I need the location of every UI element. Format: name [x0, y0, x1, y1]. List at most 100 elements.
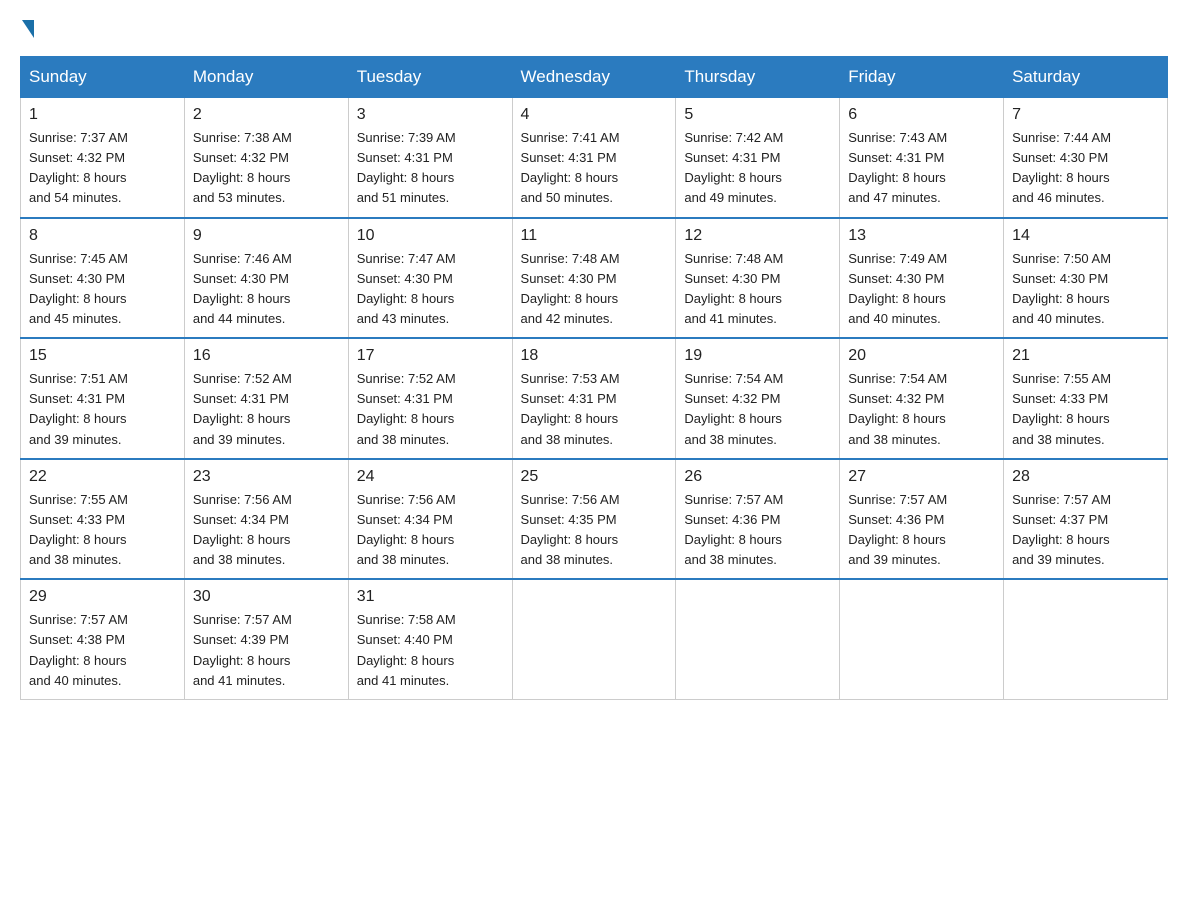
- page-header: [20, 20, 1168, 38]
- calendar-cell: 7 Sunrise: 7:44 AM Sunset: 4:30 PM Dayli…: [1004, 98, 1168, 218]
- calendar-cell: 10 Sunrise: 7:47 AM Sunset: 4:30 PM Dayl…: [348, 218, 512, 339]
- day-detail: Sunrise: 7:57 AM Sunset: 4:39 PM Dayligh…: [193, 610, 340, 691]
- day-detail: Sunrise: 7:47 AM Sunset: 4:30 PM Dayligh…: [357, 249, 504, 330]
- day-detail: Sunrise: 7:54 AM Sunset: 4:32 PM Dayligh…: [848, 369, 995, 450]
- calendar-cell: 24 Sunrise: 7:56 AM Sunset: 4:34 PM Dayl…: [348, 459, 512, 580]
- calendar-cell: [1004, 579, 1168, 699]
- calendar-week-row: 15 Sunrise: 7:51 AM Sunset: 4:31 PM Dayl…: [21, 338, 1168, 459]
- day-detail: Sunrise: 7:57 AM Sunset: 4:37 PM Dayligh…: [1012, 490, 1159, 571]
- calendar-cell: 6 Sunrise: 7:43 AM Sunset: 4:31 PM Dayli…: [840, 98, 1004, 218]
- day-detail: Sunrise: 7:58 AM Sunset: 4:40 PM Dayligh…: [357, 610, 504, 691]
- day-number: 25: [521, 468, 668, 486]
- day-number: 7: [1012, 106, 1159, 124]
- day-number: 22: [29, 468, 176, 486]
- day-number: 13: [848, 227, 995, 245]
- day-number: 30: [193, 588, 340, 606]
- day-detail: Sunrise: 7:39 AM Sunset: 4:31 PM Dayligh…: [357, 128, 504, 209]
- day-number: 4: [521, 106, 668, 124]
- day-of-week-header: Friday: [840, 57, 1004, 98]
- calendar-cell: 21 Sunrise: 7:55 AM Sunset: 4:33 PM Dayl…: [1004, 338, 1168, 459]
- day-detail: Sunrise: 7:42 AM Sunset: 4:31 PM Dayligh…: [684, 128, 831, 209]
- calendar-week-row: 29 Sunrise: 7:57 AM Sunset: 4:38 PM Dayl…: [21, 579, 1168, 699]
- day-number: 9: [193, 227, 340, 245]
- day-detail: Sunrise: 7:43 AM Sunset: 4:31 PM Dayligh…: [848, 128, 995, 209]
- calendar-week-row: 1 Sunrise: 7:37 AM Sunset: 4:32 PM Dayli…: [21, 98, 1168, 218]
- day-number: 11: [521, 227, 668, 245]
- day-number: 14: [1012, 227, 1159, 245]
- day-detail: Sunrise: 7:52 AM Sunset: 4:31 PM Dayligh…: [193, 369, 340, 450]
- day-number: 24: [357, 468, 504, 486]
- calendar-cell: [676, 579, 840, 699]
- calendar-table: SundayMondayTuesdayWednesdayThursdayFrid…: [20, 56, 1168, 700]
- calendar-week-row: 22 Sunrise: 7:55 AM Sunset: 4:33 PM Dayl…: [21, 459, 1168, 580]
- day-detail: Sunrise: 7:48 AM Sunset: 4:30 PM Dayligh…: [521, 249, 668, 330]
- day-detail: Sunrise: 7:44 AM Sunset: 4:30 PM Dayligh…: [1012, 128, 1159, 209]
- day-detail: Sunrise: 7:53 AM Sunset: 4:31 PM Dayligh…: [521, 369, 668, 450]
- calendar-cell: 12 Sunrise: 7:48 AM Sunset: 4:30 PM Dayl…: [676, 218, 840, 339]
- day-detail: Sunrise: 7:49 AM Sunset: 4:30 PM Dayligh…: [848, 249, 995, 330]
- day-detail: Sunrise: 7:57 AM Sunset: 4:36 PM Dayligh…: [848, 490, 995, 571]
- day-detail: Sunrise: 7:41 AM Sunset: 4:31 PM Dayligh…: [521, 128, 668, 209]
- calendar-cell: 28 Sunrise: 7:57 AM Sunset: 4:37 PM Dayl…: [1004, 459, 1168, 580]
- day-detail: Sunrise: 7:51 AM Sunset: 4:31 PM Dayligh…: [29, 369, 176, 450]
- calendar-cell: 27 Sunrise: 7:57 AM Sunset: 4:36 PM Dayl…: [840, 459, 1004, 580]
- logo-arrow-icon: [22, 20, 34, 38]
- day-detail: Sunrise: 7:50 AM Sunset: 4:30 PM Dayligh…: [1012, 249, 1159, 330]
- day-of-week-header: Monday: [184, 57, 348, 98]
- day-number: 27: [848, 468, 995, 486]
- day-number: 6: [848, 106, 995, 124]
- calendar-cell: 29 Sunrise: 7:57 AM Sunset: 4:38 PM Dayl…: [21, 579, 185, 699]
- calendar-cell: 13 Sunrise: 7:49 AM Sunset: 4:30 PM Dayl…: [840, 218, 1004, 339]
- day-number: 2: [193, 106, 340, 124]
- day-number: 31: [357, 588, 504, 606]
- calendar-cell: 22 Sunrise: 7:55 AM Sunset: 4:33 PM Dayl…: [21, 459, 185, 580]
- day-detail: Sunrise: 7:56 AM Sunset: 4:34 PM Dayligh…: [357, 490, 504, 571]
- day-detail: Sunrise: 7:56 AM Sunset: 4:35 PM Dayligh…: [521, 490, 668, 571]
- day-detail: Sunrise: 7:46 AM Sunset: 4:30 PM Dayligh…: [193, 249, 340, 330]
- calendar-cell: 20 Sunrise: 7:54 AM Sunset: 4:32 PM Dayl…: [840, 338, 1004, 459]
- day-number: 28: [1012, 468, 1159, 486]
- calendar-cell: 30 Sunrise: 7:57 AM Sunset: 4:39 PM Dayl…: [184, 579, 348, 699]
- day-number: 16: [193, 347, 340, 365]
- day-number: 5: [684, 106, 831, 124]
- calendar-cell: 9 Sunrise: 7:46 AM Sunset: 4:30 PM Dayli…: [184, 218, 348, 339]
- day-number: 29: [29, 588, 176, 606]
- calendar-cell: 19 Sunrise: 7:54 AM Sunset: 4:32 PM Dayl…: [676, 338, 840, 459]
- calendar-cell: 15 Sunrise: 7:51 AM Sunset: 4:31 PM Dayl…: [21, 338, 185, 459]
- day-number: 1: [29, 106, 176, 124]
- calendar-cell: 11 Sunrise: 7:48 AM Sunset: 4:30 PM Dayl…: [512, 218, 676, 339]
- day-number: 8: [29, 227, 176, 245]
- day-detail: Sunrise: 7:38 AM Sunset: 4:32 PM Dayligh…: [193, 128, 340, 209]
- day-number: 15: [29, 347, 176, 365]
- day-detail: Sunrise: 7:55 AM Sunset: 4:33 PM Dayligh…: [1012, 369, 1159, 450]
- day-of-week-header: Wednesday: [512, 57, 676, 98]
- day-of-week-header: Sunday: [21, 57, 185, 98]
- day-number: 23: [193, 468, 340, 486]
- day-detail: Sunrise: 7:52 AM Sunset: 4:31 PM Dayligh…: [357, 369, 504, 450]
- day-number: 3: [357, 106, 504, 124]
- calendar-cell: 4 Sunrise: 7:41 AM Sunset: 4:31 PM Dayli…: [512, 98, 676, 218]
- calendar-cell: 5 Sunrise: 7:42 AM Sunset: 4:31 PM Dayli…: [676, 98, 840, 218]
- day-of-week-header: Tuesday: [348, 57, 512, 98]
- day-of-week-header: Saturday: [1004, 57, 1168, 98]
- day-detail: Sunrise: 7:37 AM Sunset: 4:32 PM Dayligh…: [29, 128, 176, 209]
- day-detail: Sunrise: 7:54 AM Sunset: 4:32 PM Dayligh…: [684, 369, 831, 450]
- calendar-cell: 16 Sunrise: 7:52 AM Sunset: 4:31 PM Dayl…: [184, 338, 348, 459]
- day-number: 20: [848, 347, 995, 365]
- day-number: 26: [684, 468, 831, 486]
- calendar-header-row: SundayMondayTuesdayWednesdayThursdayFrid…: [21, 57, 1168, 98]
- calendar-cell: 18 Sunrise: 7:53 AM Sunset: 4:31 PM Dayl…: [512, 338, 676, 459]
- day-detail: Sunrise: 7:45 AM Sunset: 4:30 PM Dayligh…: [29, 249, 176, 330]
- calendar-cell: 1 Sunrise: 7:37 AM Sunset: 4:32 PM Dayli…: [21, 98, 185, 218]
- calendar-cell: [512, 579, 676, 699]
- day-detail: Sunrise: 7:56 AM Sunset: 4:34 PM Dayligh…: [193, 490, 340, 571]
- day-of-week-header: Thursday: [676, 57, 840, 98]
- day-number: 10: [357, 227, 504, 245]
- day-number: 12: [684, 227, 831, 245]
- logo: [20, 20, 36, 38]
- calendar-cell: 25 Sunrise: 7:56 AM Sunset: 4:35 PM Dayl…: [512, 459, 676, 580]
- day-detail: Sunrise: 7:57 AM Sunset: 4:36 PM Dayligh…: [684, 490, 831, 571]
- calendar-week-row: 8 Sunrise: 7:45 AM Sunset: 4:30 PM Dayli…: [21, 218, 1168, 339]
- calendar-cell: 3 Sunrise: 7:39 AM Sunset: 4:31 PM Dayli…: [348, 98, 512, 218]
- day-detail: Sunrise: 7:48 AM Sunset: 4:30 PM Dayligh…: [684, 249, 831, 330]
